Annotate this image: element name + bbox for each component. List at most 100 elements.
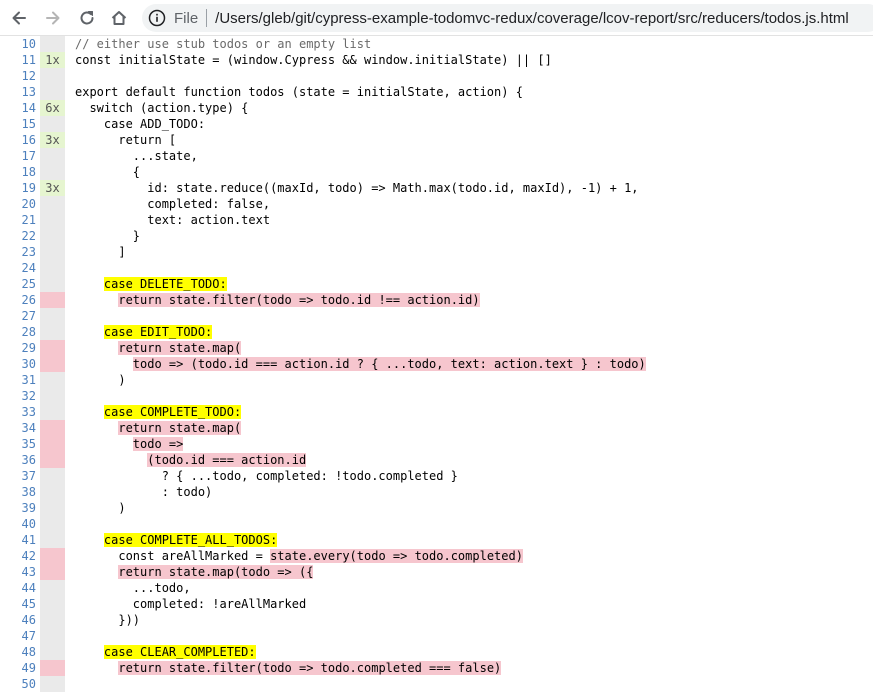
hit-count [40,612,65,628]
uncovered-code-segment: (todo.id === action.id ? { ...todo, text… [190,357,646,371]
line-number-link[interactable]: 49 [0,660,36,676]
code-line: 10 // either use stub todos or an empty l… [0,36,873,52]
url-separator [206,9,208,27]
source-code: { [75,164,140,180]
line-number-link[interactable]: 11 [0,52,36,68]
line-number-link[interactable]: 31 [0,372,36,388]
hit-count [40,388,65,404]
line-number-link[interactable]: 28 [0,324,36,340]
line-number-link[interactable]: 23 [0,244,36,260]
hit-count [40,548,65,564]
code-line: 18 { [0,164,873,180]
code-segment: } [75,229,141,243]
hit-count [40,452,65,468]
code-line: 44 ...todo, [0,580,873,596]
hit-count [40,564,65,580]
line-number-link[interactable]: 36 [0,452,36,468]
line-number-link[interactable]: 26 [0,292,36,308]
code-line: 36 (todo.id === action.id [0,452,873,468]
line-number-link[interactable]: 16 [0,132,36,148]
source-code: case ADD_TODO: [75,116,205,132]
source-code: completed: false, [75,196,270,212]
line-number-link[interactable]: 22 [0,228,36,244]
line-number-link[interactable]: 44 [0,580,36,596]
source-code: return [ [75,132,176,148]
line-number-link[interactable]: 29 [0,340,36,356]
line-number-link[interactable]: 12 [0,68,36,84]
url-text[interactable]: /Users/gleb/git/cypress-example-todomvc-… [215,10,849,27]
address-bar[interactable]: File /Users/gleb/git/cypress-example-tod… [142,4,873,32]
hit-count [40,532,65,548]
line-number-link[interactable]: 43 [0,564,36,580]
line-number-link[interactable]: 42 [0,548,36,564]
line-number-link[interactable]: 17 [0,148,36,164]
code-segment: switch (action.type) { [75,101,249,115]
source-code: ) [75,500,125,516]
line-number-link[interactable]: 20 [0,196,36,212]
code-line: 49 return state.filter(todo => todo.comp… [0,660,873,676]
hit-count [40,308,65,324]
code-segment: completed: !areAllMarked [75,597,307,611]
line-number-link[interactable]: 45 [0,596,36,612]
code-line: 22 } [0,228,873,244]
line-number-link[interactable]: 32 [0,388,36,404]
info-icon[interactable] [148,9,166,27]
source-code: return state.map( [75,420,242,436]
hit-count [40,164,65,180]
source-code: case CLEAR_COMPLETED: [75,644,256,660]
line-number-link[interactable]: 47 [0,628,36,644]
hit-count [40,244,65,260]
code-line: 13 export default function todos (state =… [0,84,873,100]
source-code: ) [75,372,125,388]
hit-count [40,404,65,420]
line-number-link[interactable]: 21 [0,212,36,228]
line-number-link[interactable]: 30 [0,356,36,372]
code-line: 38 : todo) [0,484,873,500]
hit-count [40,36,65,52]
line-number-link[interactable]: 19 [0,180,36,196]
line-number-link[interactable]: 46 [0,612,36,628]
forward-button[interactable] [42,7,64,29]
line-number-link[interactable]: 24 [0,260,36,276]
code-line: 26 return state.filter(todo => todo.id !… [0,292,873,308]
hit-count: 6x [40,100,65,116]
line-number-link[interactable]: 40 [0,516,36,532]
line-number-link[interactable]: 13 [0,84,36,100]
line-number-link[interactable]: 33 [0,404,36,420]
source-code: case COMPLETE_ALL_TODOS: [75,532,278,548]
line-number-link[interactable]: 41 [0,532,36,548]
line-number-link[interactable]: 34 [0,420,36,436]
line-number-link[interactable]: 37 [0,468,36,484]
line-number-link[interactable]: 18 [0,164,36,180]
code-line: 29 return state.map( [0,340,873,356]
uncovered-code-segment: return state.filter(todo => todo.complet… [118,661,502,675]
browser-toolbar: File /Users/gleb/git/cypress-example-tod… [0,0,873,36]
line-number-link[interactable]: 27 [0,308,36,324]
line-number-link[interactable]: 39 [0,500,36,516]
arrow-right-icon [46,11,60,25]
line-number-link[interactable]: 14 [0,100,36,116]
line-number-link[interactable]: 48 [0,644,36,660]
home-button[interactable] [108,7,130,29]
source-code: // either use stub todos or an empty lis… [75,36,371,52]
code-line: 32 [0,388,873,404]
hit-count [40,340,65,356]
code-line: 47 [0,628,873,644]
back-button[interactable] [8,7,30,29]
source-code: completed: !areAllMarked [75,596,306,612]
code-segment: ? { ...todo, completed: !todo.completed … [75,469,458,483]
code-line: 35 todo => [0,436,873,452]
line-number-link[interactable]: 15 [0,116,36,132]
uncovered-code-segment: case COMPLETE_TODO: [103,405,242,419]
code-line: 14 6x switch (action.type) { [0,100,873,116]
line-number-link[interactable]: 38 [0,484,36,500]
reload-button[interactable] [76,7,98,29]
line-number-link[interactable]: 10 [0,36,36,52]
line-number-link[interactable]: 35 [0,436,36,452]
line-number-link[interactable]: 25 [0,276,36,292]
